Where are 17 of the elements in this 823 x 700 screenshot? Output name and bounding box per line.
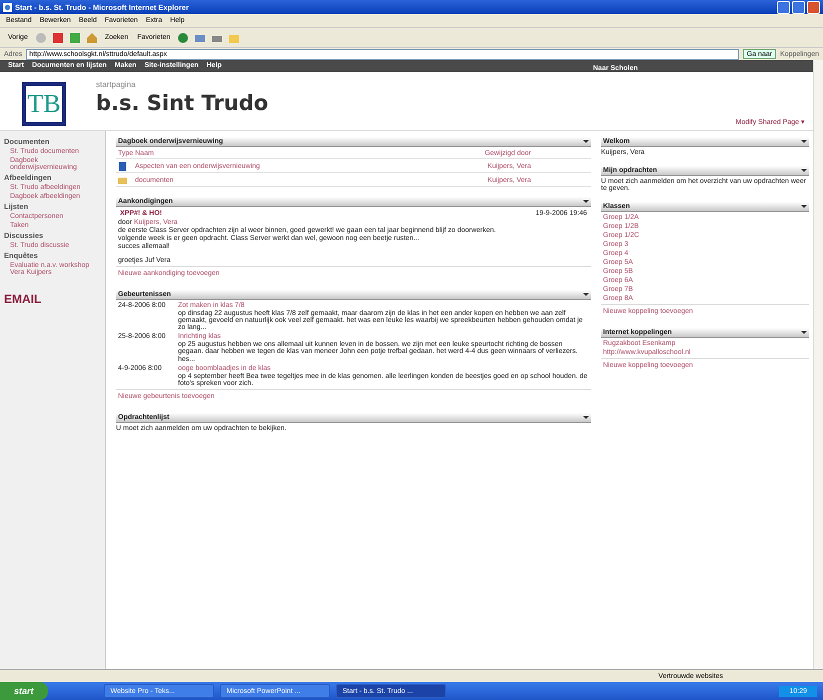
breadcrumb[interactable]: startpagina [96, 80, 736, 89]
school-logo: TB [22, 82, 66, 126]
start-button[interactable]: start [0, 682, 48, 700]
maximize-button[interactable] [792, 0, 805, 14]
dropdown-icon[interactable] [801, 140, 807, 143]
dropdown-icon[interactable] [583, 200, 589, 203]
dropdown-icon[interactable] [801, 169, 807, 172]
email-link[interactable]: EMAIL [4, 292, 102, 306]
dropdown-icon[interactable] [583, 416, 589, 419]
minimize-button[interactable] [777, 0, 790, 14]
close-button[interactable] [807, 0, 820, 14]
dropdown-icon[interactable] [801, 205, 807, 208]
site-title: b.s. Sint Trudo [96, 91, 270, 115]
dropdown-icon[interactable] [801, 331, 807, 334]
dropdown-icon[interactable] [583, 293, 589, 296]
dropdown-icon[interactable] [583, 140, 589, 143]
document-icon [118, 162, 127, 171]
